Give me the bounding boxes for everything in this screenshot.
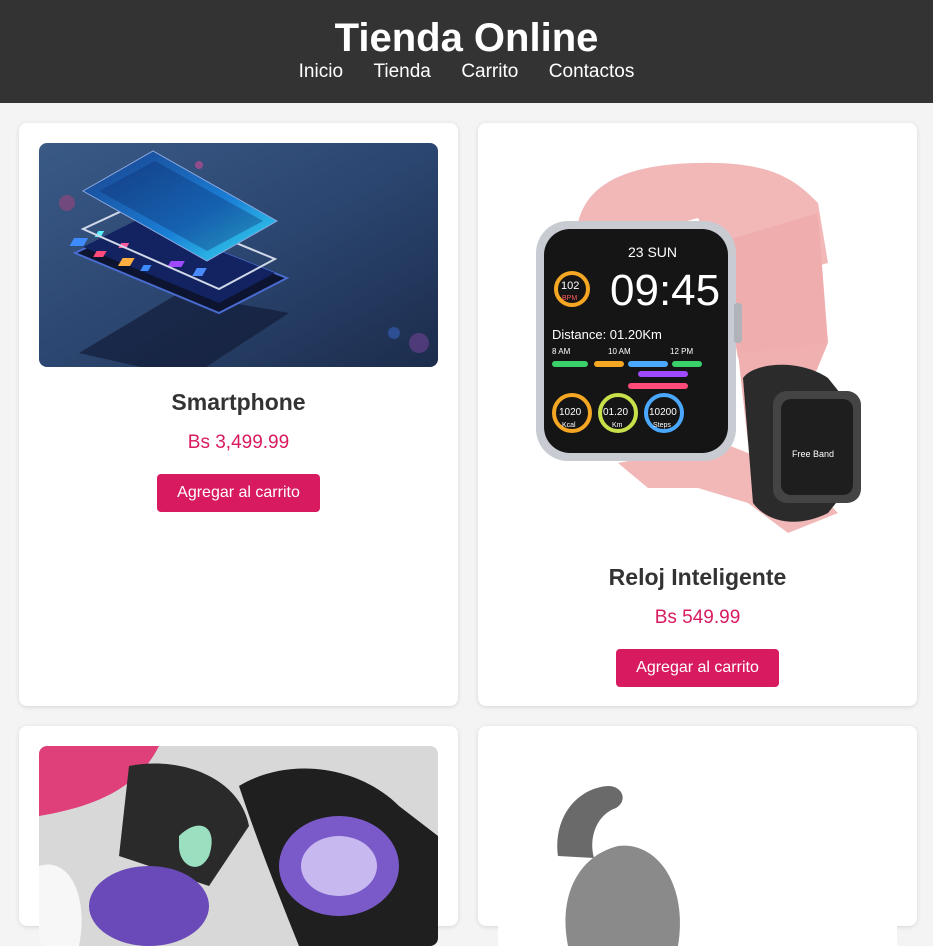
- nav-link-inicio[interactable]: Inicio: [299, 61, 343, 83]
- watch-km-value: 01.20: [603, 407, 628, 418]
- watch-date: 23 SUN: [628, 244, 677, 260]
- watch-km-label: Km: [612, 422, 623, 429]
- product-card-3: [19, 726, 458, 946]
- product-name: Smartphone: [171, 389, 306, 415]
- smartwatch-image: 23 SUN 09:45 102 BPM Distance: 01.20Km 8…: [498, 143, 897, 542]
- main-nav: Inicio Tienda Carrito Contactos: [0, 61, 933, 83]
- product-image-3: [39, 746, 438, 946]
- free-band-label: Free Band: [792, 449, 834, 459]
- product-card-smartphone: Smartphone Bs 3,499.99 Agregar al carrit…: [19, 123, 458, 706]
- site-header: Tienda Online Inicio Tienda Carrito Cont…: [0, 0, 933, 103]
- product-image-4: [498, 746, 897, 946]
- nav-link-carrito[interactable]: Carrito: [461, 61, 518, 83]
- product-price: Bs 3,499.99: [187, 432, 290, 453]
- watch-kcal-label: Kcal: [562, 422, 576, 429]
- watch-steps-label: Steps: [653, 422, 671, 429]
- watch-bpm: 102: [561, 280, 579, 292]
- smartphone-image: [39, 143, 438, 367]
- product-grid: Smartphone Bs 3,499.99 Agregar al carrit…: [19, 123, 917, 946]
- product-price: Bs 549.99: [654, 607, 741, 628]
- nav-link-tienda[interactable]: Tienda: [373, 61, 430, 83]
- product-name: Reloj Inteligente: [608, 564, 787, 590]
- product-card-smartwatch: 23 SUN 09:45 102 BPM Distance: 01.20Km 8…: [478, 123, 917, 706]
- product-card-4: [478, 726, 917, 946]
- watch-time: 09:45: [610, 266, 720, 315]
- watch-hour-8: 8 AM: [552, 347, 571, 356]
- watch-kcal-value: 1020: [559, 407, 582, 418]
- site-title: Tienda Online: [334, 16, 599, 60]
- watch-hour-10: 10 AM: [608, 347, 631, 356]
- nav-link-contactos[interactable]: Contactos: [549, 61, 635, 83]
- watch-distance: Distance: 01.20Km: [552, 327, 662, 342]
- add-to-cart-button[interactable]: Agregar al carrito: [157, 474, 320, 512]
- watch-bpm-label: BPM: [562, 295, 577, 302]
- watch-hour-12: 12 PM: [670, 347, 693, 356]
- add-to-cart-button[interactable]: Agregar al carrito: [616, 649, 779, 687]
- watch-steps-value: 10200: [649, 407, 677, 418]
